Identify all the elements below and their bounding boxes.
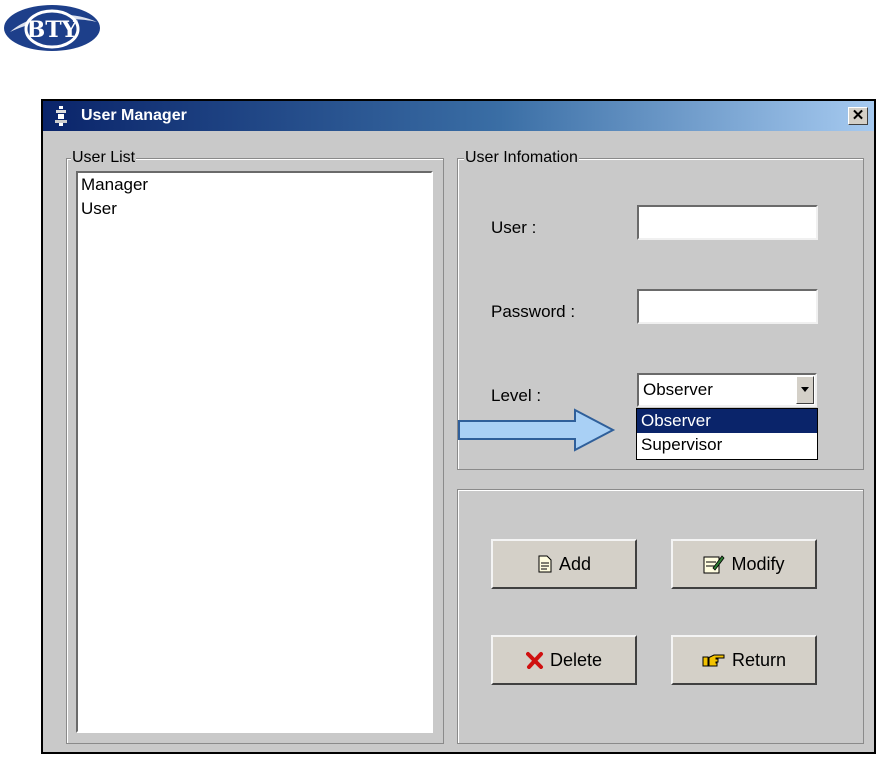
- close-icon: ✕: [851, 107, 865, 124]
- chevron-down-icon: [801, 387, 809, 392]
- user-input[interactable]: [637, 205, 818, 240]
- add-button-label: Add: [558, 553, 592, 574]
- bty-logo: BTY: [4, 5, 100, 51]
- user-listbox[interactable]: Manager User: [76, 171, 433, 733]
- level-option-supervisor[interactable]: Supervisor: [637, 433, 817, 457]
- list-item[interactable]: Manager: [78, 173, 431, 197]
- return-button[interactable]: Return: [671, 635, 817, 685]
- password-label: Password :: [491, 302, 576, 321]
- return-button-label: Return: [731, 649, 787, 670]
- level-dropdown-list: Observer Supervisor: [636, 408, 818, 460]
- add-button[interactable]: Add: [491, 539, 637, 589]
- red-x-icon: [525, 652, 543, 669]
- level-select[interactable]: Observer: [637, 373, 817, 407]
- modify-button-label: Modify: [731, 553, 785, 574]
- level-option-observer[interactable]: Observer: [637, 409, 817, 433]
- logo-text: BTY: [27, 17, 78, 43]
- user-manager-icon: [55, 106, 67, 126]
- modify-button[interactable]: Modify: [671, 539, 817, 589]
- user-manager-window: User Manager ✕ User List Manager User Us…: [41, 99, 876, 754]
- action-button-group: [457, 489, 864, 744]
- delete-button-label: Delete: [549, 649, 603, 670]
- list-item[interactable]: User: [78, 197, 431, 221]
- user-info-legend: User Infomation: [464, 149, 579, 167]
- password-input[interactable]: [637, 289, 818, 324]
- document-add-icon: [538, 555, 552, 573]
- level-select-value: Observer: [643, 380, 713, 399]
- level-dropdown-button[interactable]: [796, 376, 814, 404]
- window-title: User Manager: [81, 107, 187, 124]
- delete-button[interactable]: Delete: [491, 635, 637, 685]
- level-label: Level :: [491, 386, 542, 405]
- pointing-hand-icon: [702, 654, 725, 667]
- edit-icon: [703, 555, 726, 574]
- callout-arrow: [458, 408, 616, 452]
- title-bar[interactable]: User Manager ✕: [43, 101, 874, 131]
- close-button[interactable]: ✕: [848, 107, 868, 125]
- user-list-legend: User List: [71, 149, 137, 167]
- user-label: User :: [491, 218, 537, 237]
